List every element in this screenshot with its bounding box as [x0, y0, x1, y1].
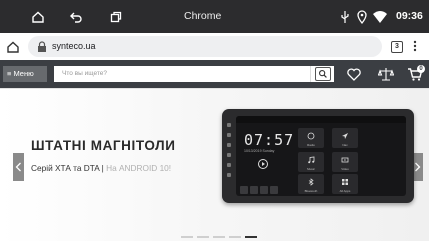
device-tile-label: Bluetooth: [304, 189, 318, 193]
banner-heading: ШТАТНІ МАГНІТОЛИ: [31, 138, 176, 153]
back-icon[interactable]: [68, 9, 84, 25]
home-icon[interactable]: [5, 39, 21, 55]
url-text: synteco.ua: [52, 41, 96, 51]
location-icon: [357, 10, 367, 25]
cart-count-badge: 0: [417, 65, 425, 73]
lock-icon[interactable]: [37, 41, 47, 52]
bluetooth-icon: [308, 178, 314, 186]
device-tile-video: Video: [332, 152, 358, 172]
search-input[interactable]: Что вы ищете?: [54, 66, 310, 82]
device-date: 10/13/2019 Sunday: [244, 149, 275, 153]
chevron-right-icon: [415, 162, 421, 172]
device-tile-radio: Radio: [298, 128, 324, 148]
device-tile-music: Music: [298, 152, 324, 172]
navigation-icon: [342, 133, 348, 139]
more-vert-icon[interactable]: [412, 39, 418, 53]
device-tile-bluetooth: Bluetooth: [298, 174, 324, 194]
chevron-left-icon: [15, 162, 21, 172]
search-button[interactable]: [310, 66, 334, 82]
device-tile-label: Radio: [307, 143, 315, 147]
scales-icon[interactable]: [378, 66, 394, 82]
wifi-icon: [373, 11, 387, 23]
play-icon: [258, 159, 268, 169]
system-bar: Chrome 09:36: [0, 0, 429, 33]
video-icon: [341, 157, 349, 163]
prev-slide-button[interactable]: [13, 153, 24, 181]
tab-switcher-button[interactable]: 3: [391, 41, 403, 53]
device-screen: 07:57 10/13/2019 Sunday Radio Nav Music: [236, 116, 406, 196]
screen: Chrome 09:36 synteco.ua 3 ≡ Меню Что вы …: [0, 0, 429, 241]
device-side-buttons: [226, 123, 232, 189]
device-tile-label: Music: [307, 167, 315, 171]
search-placeholder: Что вы ищете?: [62, 70, 108, 77]
banner-subline-muted: На ANDROID 10!: [106, 163, 172, 173]
device-tile-label: All Apps: [339, 189, 351, 193]
chrome-toolbar: synteco.ua 3: [0, 33, 429, 60]
apps-grid-icon: [342, 179, 348, 185]
site-header: ≡ Меню Что вы ищете? 0: [0, 60, 429, 88]
usb-icon: [341, 11, 349, 23]
hero-banner[interactable]: ШТАТНІ МАГНІТОЛИ Серій ХТА та DTA | На A…: [0, 88, 429, 241]
device-media-controls: [240, 181, 290, 194]
device-status-strip: [236, 116, 406, 123]
device-tile-label: Nav: [342, 143, 348, 147]
carousel-dot[interactable]: [213, 236, 225, 238]
address-bar[interactable]: synteco.ua: [28, 36, 382, 57]
app-title: Chrome: [184, 10, 222, 22]
status-clock: 09:36: [396, 10, 423, 22]
home-icon[interactable]: [30, 9, 46, 25]
carousel-dot[interactable]: [181, 236, 193, 238]
menu-button[interactable]: ≡ Меню: [3, 66, 47, 82]
heart-icon[interactable]: [346, 66, 362, 82]
carousel-dot[interactable]: [229, 236, 241, 238]
device-tile-apps: All Apps: [332, 174, 358, 194]
radio-icon: [307, 132, 315, 140]
search-icon: [315, 67, 331, 81]
device-clock: 07:57: [244, 131, 295, 149]
music-icon: [308, 156, 315, 164]
head-unit-image: 07:57 10/13/2019 Sunday Radio Nav Music: [222, 109, 414, 203]
device-tile-nav: Nav: [332, 128, 358, 148]
banner-subline-main: Серій ХТА та DTA |: [31, 163, 107, 173]
carousel-dot[interactable]: [197, 236, 209, 238]
banner-subline: Серій ХТА та DTA | На ANDROID 10!: [31, 163, 171, 173]
recents-icon[interactable]: [108, 9, 124, 25]
carousel-dots: [181, 236, 261, 239]
device-tile-label: Video: [341, 167, 349, 171]
carousel-dot[interactable]: [245, 236, 257, 238]
